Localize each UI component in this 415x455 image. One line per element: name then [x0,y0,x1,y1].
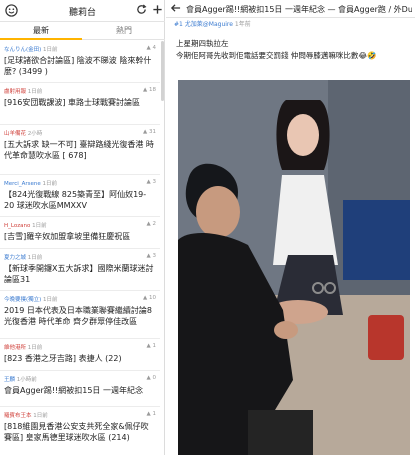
app-window: 聽莉台 最新 熱門 なんりん(金田) 1日前 ▲ 4 [足球諸欲合討論區] 陰波不… [0,0,415,455]
thread-subject[interactable]: 【新球季開鑼X五大訴求】國際米蘭球迷討論區31 [4,264,156,285]
arrow-left-icon[interactable] [170,2,182,16]
thread-time: 1日前 [33,413,48,419]
thread-title: 會員Agger踢!!網被扣15日 一週年紀念 — 會員Agger跑 / 外Dup… [186,5,412,14]
thread-time: 1日前 [32,223,47,229]
thread-item[interactable]: 盧射用報 1日前 ▲ 18 [916安団戰課波] 車路士球戰賽討論區 [0,83,160,125]
thread-score: ▲ 1 [146,411,156,417]
thread-time: 2小時 [27,131,43,137]
post-author[interactable]: 尤加萊@Maguire [185,21,233,28]
thread-meta: 羅賓布王本 1日前 ▲ 1 [4,411,156,421]
thread-score: ▲ 2 [146,221,156,227]
thread-meta: 山羊備花 2小時 ▲ 31 [4,129,156,139]
thread-meta: 盧射用報 1日前 ▲ 18 [4,87,156,97]
thread-item[interactable]: Merci_Arsene 1日前 ▲ 3 【824光復戰線 825築青至】阿仙奴1… [0,175,160,217]
thread-subject[interactable]: [818維園見香港公安支共死全家&佩仔吹賽區] 皇家馬德里球迷吹水區 (214) [4,422,156,443]
thread-subject[interactable]: [823 香港之牙吉路] 表捷人 (22) [4,354,156,365]
post-meta: #1 尤加萊@Maguire 1年前 [174,19,412,29]
thread-item[interactable]: 羅賓布王本 1日前 ▲ 1 [818維園見香港公安支共死全家&佩仔吹賽區] 皇家馬… [0,407,160,455]
thread-meta: H_Lozano 1日前 ▲ 2 [4,221,156,231]
tab-popular[interactable]: 熱門 [83,22,165,40]
thread-score: ▲ 18 [143,87,156,93]
post-body: 上星期四執拉左 今期佢阿哥先收到佢電話要交罰錢 仲問辱膝邁嘛咪比數😂🤣 [176,38,412,62]
post-floor: #1 [174,21,183,28]
thread-subject[interactable]: [916安団戰課波] 車路士球戰賽討論區 [4,98,156,109]
post-time: 1年前 [234,21,251,28]
thread-meta: 維他港所 1日前 ▲ 1 [4,343,156,353]
thread-author[interactable]: 羅賓布王本 [4,413,32,419]
thread-subject[interactable]: [足球諸欲合討論區] 陰波不睇波 陰來幹什麼? (3499 ) [4,56,156,77]
thread-author[interactable]: H_Lozano [4,223,30,229]
thread-meta: 夏力之城 1日前 ▲ 3 [4,253,156,263]
thread-item[interactable]: 維他港所 1日前 ▲ 1 [823 香港之牙吉路] 表捷人 (22) [0,339,160,371]
thread-item[interactable]: 夏力之城 1日前 ▲ 3 【新球季開鑼X五大訴求】國際米蘭球迷討論區31 [0,249,160,291]
thread-header: 會員Agger踢!!網被扣15日 一週年紀念 — 會員Agger跑 / 外Dup… [166,0,415,18]
thread-list-scrollbar[interactable] [161,41,164,101]
thread-subject[interactable]: 2019 日本代表及日本職業聯賽繼續討論8 光復香港 時代革命 齊夕群眾停佳改區 [4,306,156,327]
thread-author[interactable]: 王麟 [4,377,15,383]
thread-score: ▲ 3 [146,253,156,259]
thread-meta: Merci_Arsene 1日前 ▲ 3 [4,179,156,189]
plus-icon[interactable] [150,4,164,18]
thread-author[interactable]: 夏力之城 [4,255,26,261]
thread-meta: 王麟 1小時前 ▲ 0 [4,375,156,385]
thread-item[interactable]: H_Lozano 1日前 ▲ 2 [吉雪]羅辛奴加盟拿坡里備狂慶祝區 [0,217,160,249]
tab-latest[interactable]: 最新 [0,22,82,40]
thread-view-panel: 會員Agger踢!!網被扣15日 一週年紀念 — 會員Agger跑 / 外Dup… [166,0,415,455]
thread-time: 1日前 [27,255,43,261]
thread-item[interactable]: なんりん(金田) 1日前 ▲ 4 [足球諸欲合討論區] 陰波不睇波 陰來幹什麼? … [0,41,160,83]
post-line: 今期佢阿哥先收到佢電話要交罰錢 仲問辱膝邁嘛咪比數😂🤣 [176,51,377,60]
thread-item[interactable]: 今晚要撲(獨立) 1日前 ▲ 10 2019 日本代表及日本職業聯賽繼續討論8 光… [0,291,160,339]
thread-score: ▲ 3 [146,179,156,185]
post-photo-illustration [178,80,410,455]
board-title: 聽莉台 [68,8,96,18]
thread-item[interactable]: 山羊備花 2小時 ▲ 31 [五大訴求 缺一不可] 臺辯路綫光復香港 時代革命慧吹… [0,125,160,175]
thread-subject[interactable]: 【824光復戰線 825築青至】阿仙奴19-20 球迷吹水區MMXXV [4,190,156,211]
thread-author[interactable]: なんりん(金田) [4,47,41,53]
board-tabs: 最新 熱門 [0,22,165,40]
thread-time: 1日前 [27,89,43,95]
post-photo[interactable] [178,80,410,455]
thread-time: 1日前 [27,345,43,351]
thread-author[interactable]: 今晚要撲(獨立) [4,297,41,303]
thread-score: ▲ 10 [143,295,156,301]
thread-author[interactable]: 山羊備花 [4,131,26,137]
thread-time: 1日前 [43,47,58,53]
thread-meta: 今晚要撲(獨立) 1日前 ▲ 10 [4,295,156,305]
thread-author[interactable]: 維他港所 [4,345,26,351]
thread-item[interactable]: 王麟 1小時前 ▲ 0 會員Agger踢!!網被扣15日 一週年紀念 [0,371,160,407]
refresh-icon[interactable] [134,4,148,18]
thread-subject[interactable]: [五大訴求 缺一不可] 臺辯路綫光復香港 時代革命慧吹水區 [ 678] [4,140,156,161]
left-header: 聽莉台 [0,0,165,22]
thread-author[interactable]: 盧射用報 [4,89,26,95]
post-line: 上星期四執拉左 [176,39,229,48]
thread-score: ▲ 4 [146,45,156,51]
smiley-icon[interactable] [4,4,18,18]
thread-score: ▲ 0 [146,375,156,381]
thread-meta: なんりん(金田) 1日前 ▲ 4 [4,45,156,55]
thread-time: 1日前 [42,181,57,187]
thread-time: 1小時前 [16,377,37,383]
thread-author[interactable]: Merci_Arsene [4,181,41,187]
thread-subject[interactable]: 會員Agger踢!!網被扣15日 一週年紀念 [4,386,156,397]
thread-score: ▲ 1 [146,343,156,349]
thread-subject[interactable]: [吉雪]羅辛奴加盟拿坡里備狂慶祝區 [4,232,156,243]
thread-score: ▲ 31 [143,129,156,135]
thread-list-panel: 聽莉台 最新 熱門 なんりん(金田) 1日前 ▲ 4 [足球諸欲合討論區] 陰波不… [0,0,165,455]
thread-list: なんりん(金田) 1日前 ▲ 4 [足球諸欲合討論區] 陰波不睇波 陰來幹什麼? … [0,41,160,455]
thread-time: 1日前 [43,297,58,303]
